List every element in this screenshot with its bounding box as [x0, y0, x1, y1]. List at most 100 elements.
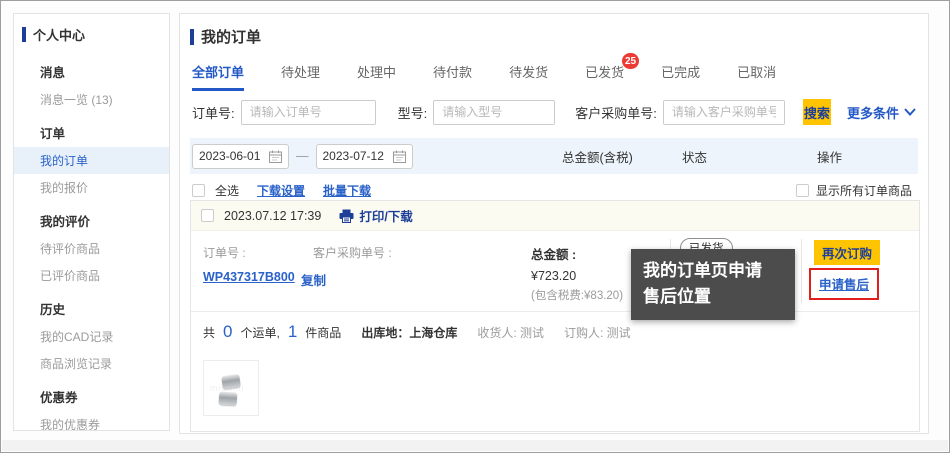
tab-3[interactable]: 待付款: [433, 62, 472, 91]
tab-label: 待付款: [433, 65, 472, 80]
item-count: 1: [288, 322, 297, 342]
sidebar-item-12[interactable]: 我的优惠券: [14, 411, 169, 431]
order-no-input[interactable]: [241, 100, 376, 125]
copy-order-no-link[interactable]: 复制: [301, 270, 326, 289]
product-part-image: [219, 391, 238, 405]
date-from-input[interactable]: [199, 149, 265, 163]
calendar-icon[interactable]: [269, 150, 282, 163]
shipped-count-badge: 25: [622, 53, 639, 69]
sidebar-item-5: 我的评价: [14, 205, 169, 235]
tooltip-line-2: 售后位置: [643, 284, 783, 310]
list-toolbar: 全选 下载设置 批量下载 显示所有订单商品: [192, 182, 912, 199]
tab-0[interactable]: 全部订单: [192, 62, 244, 91]
waybill-suffix: 个运单,: [240, 324, 279, 341]
sidebar-item-8: 历史: [14, 293, 169, 323]
tab-label: 已发货: [585, 65, 624, 80]
sidebar-item-4[interactable]: 我的报价: [14, 174, 169, 201]
print-download-label: 打印/下载: [359, 206, 412, 225]
tab-2[interactable]: 处理中: [357, 62, 396, 91]
tab-1[interactable]: 待处理: [281, 62, 320, 91]
chevron-down-icon: [904, 108, 916, 116]
order-card-header: 2023.07.12 17:39 打印/下载: [191, 201, 919, 231]
amount-label: 总金额 :: [531, 244, 576, 263]
personal-center-title: 个人中心: [14, 14, 169, 52]
product-thumbnail[interactable]: misumi: [203, 360, 259, 416]
tab-label: 已取消: [737, 65, 776, 80]
show-all-label: 显示所有订单商品: [816, 182, 912, 199]
tooltip-line-1: 我的订单页申请: [643, 258, 783, 284]
amount-tax-note: (包含税费:¥83.20): [531, 287, 623, 303]
filter-bar: — 总金额(含税) 状态 操作: [190, 138, 918, 174]
sidebar-item-6[interactable]: 待评价商品: [14, 235, 169, 262]
print-download-link[interactable]: 打印/下载: [339, 206, 412, 225]
buyer-label: 订购人: 测试: [564, 324, 631, 341]
product-part-image: [221, 374, 241, 389]
select-all-label: 全选: [215, 182, 239, 199]
select-all-checkbox[interactable]: [192, 184, 205, 197]
sidebar-item-1[interactable]: 消息一览 (13): [14, 86, 169, 113]
order-datetime: 2023.07.12 17:39: [224, 209, 321, 223]
po-label: 客户采购单号:: [575, 103, 657, 122]
warehouse-label: 出库地：上海仓库: [361, 324, 457, 341]
reorder-button[interactable]: 再次订购: [814, 240, 880, 265]
column-header-status: 状态: [682, 147, 707, 166]
sidebar-item-3[interactable]: 我的订单: [14, 147, 169, 174]
batch-download-link[interactable]: 批量下载: [323, 182, 371, 199]
order-status-tabs: 全部订单 待处理 处理中 待付款 待发货 已发货25 已完成 已取消: [192, 62, 776, 91]
shipment-info-row: 共 0 个运单, 1 件商品 出库地：上海仓库 收货人: 测试 订购人: 测试: [191, 311, 919, 350]
tab-6[interactable]: 已完成: [661, 62, 700, 91]
annotation-highlight-box: 申请售后: [809, 268, 879, 300]
more-conditions-link[interactable]: 更多条件: [847, 103, 916, 122]
amount-value: ¥723.20: [531, 269, 576, 283]
sidebar-item-0: 消息: [14, 56, 169, 86]
order-card-body: 订单号 : 客户采购单号 : WP437317B800 复制 总金额 : ¥72…: [191, 231, 919, 311]
po-input[interactable]: [663, 100, 785, 125]
item-suffix: 件商品: [305, 324, 341, 341]
orders-panel: 我的订单 全部订单 待处理 处理中 待付款 待发货 已发货25 已完成 已取消 订单号: 型号…: [179, 13, 929, 434]
tab-7[interactable]: 已取消: [737, 62, 776, 91]
date-to-input[interactable]: [323, 149, 389, 163]
date-range-separator: —: [296, 149, 309, 163]
download-settings-link[interactable]: 下载设置: [257, 182, 305, 199]
bottom-strip: [2, 440, 948, 451]
more-conditions-label: 更多条件: [847, 103, 899, 122]
tab-label: 待处理: [281, 65, 320, 80]
sidebar-item-10[interactable]: 商品浏览记录: [14, 350, 169, 377]
accent-bar: [190, 29, 194, 45]
tab-label: 全部订单: [192, 65, 244, 80]
page-title-label: 我的订单: [201, 26, 261, 47]
order-checkbox[interactable]: [201, 209, 214, 222]
sidebar-item-7[interactable]: 已评价商品: [14, 262, 169, 289]
po-field-label: 客户采购单号 :: [313, 244, 392, 261]
sidebar-item-2: 订单: [14, 117, 169, 147]
search-button[interactable]: 搜索: [803, 99, 831, 125]
show-all-checkbox[interactable]: [796, 184, 809, 197]
model-input[interactable]: [433, 100, 555, 125]
order-no-label: 订单号:: [192, 103, 235, 122]
page-frame: 个人中心 消息消息一览 (13)订单我的订单我的报价我的评价待评价商品已评价商品…: [0, 0, 950, 453]
shipment-prefix: 共: [203, 324, 215, 341]
model-label: 型号:: [398, 103, 428, 122]
order-no-field-label: 订单号 :: [203, 244, 246, 261]
tab-label: 已完成: [661, 65, 700, 80]
apply-aftersale-link[interactable]: 申请售后: [819, 278, 869, 292]
tab-label: 待发货: [509, 65, 548, 80]
waybill-count: 0: [223, 322, 232, 342]
annotation-tooltip: 我的订单页申请 售后位置: [631, 249, 795, 320]
column-header-amount: 总金额(含税): [562, 147, 633, 166]
tab-5[interactable]: 已发货25: [585, 62, 624, 91]
date-to-box: [316, 144, 413, 169]
order-number-link[interactable]: WP437317B800: [203, 270, 295, 284]
accent-bar: [22, 27, 26, 42]
page-title: 我的订单: [190, 26, 261, 47]
show-all-items: 显示所有订单商品: [796, 182, 912, 199]
sidebar-item-11: 优惠券: [14, 381, 169, 411]
sidebar-list: 消息消息一览 (13) 订单我的订单我的报价我的评价待评价商品已评价商品历史我的C…: [14, 56, 169, 431]
tab-label: 处理中: [357, 65, 396, 80]
sidebar-item-9[interactable]: 我的CAD记录: [14, 323, 169, 350]
calendar-icon[interactable]: [393, 150, 406, 163]
order-card: 2023.07.12 17:39 打印/下载 订单号 : 客户采购单号: [190, 200, 920, 432]
receiver-label: 收货人: 测试: [477, 324, 544, 341]
column-divider: [801, 239, 802, 303]
tab-4[interactable]: 待发货: [509, 62, 548, 91]
